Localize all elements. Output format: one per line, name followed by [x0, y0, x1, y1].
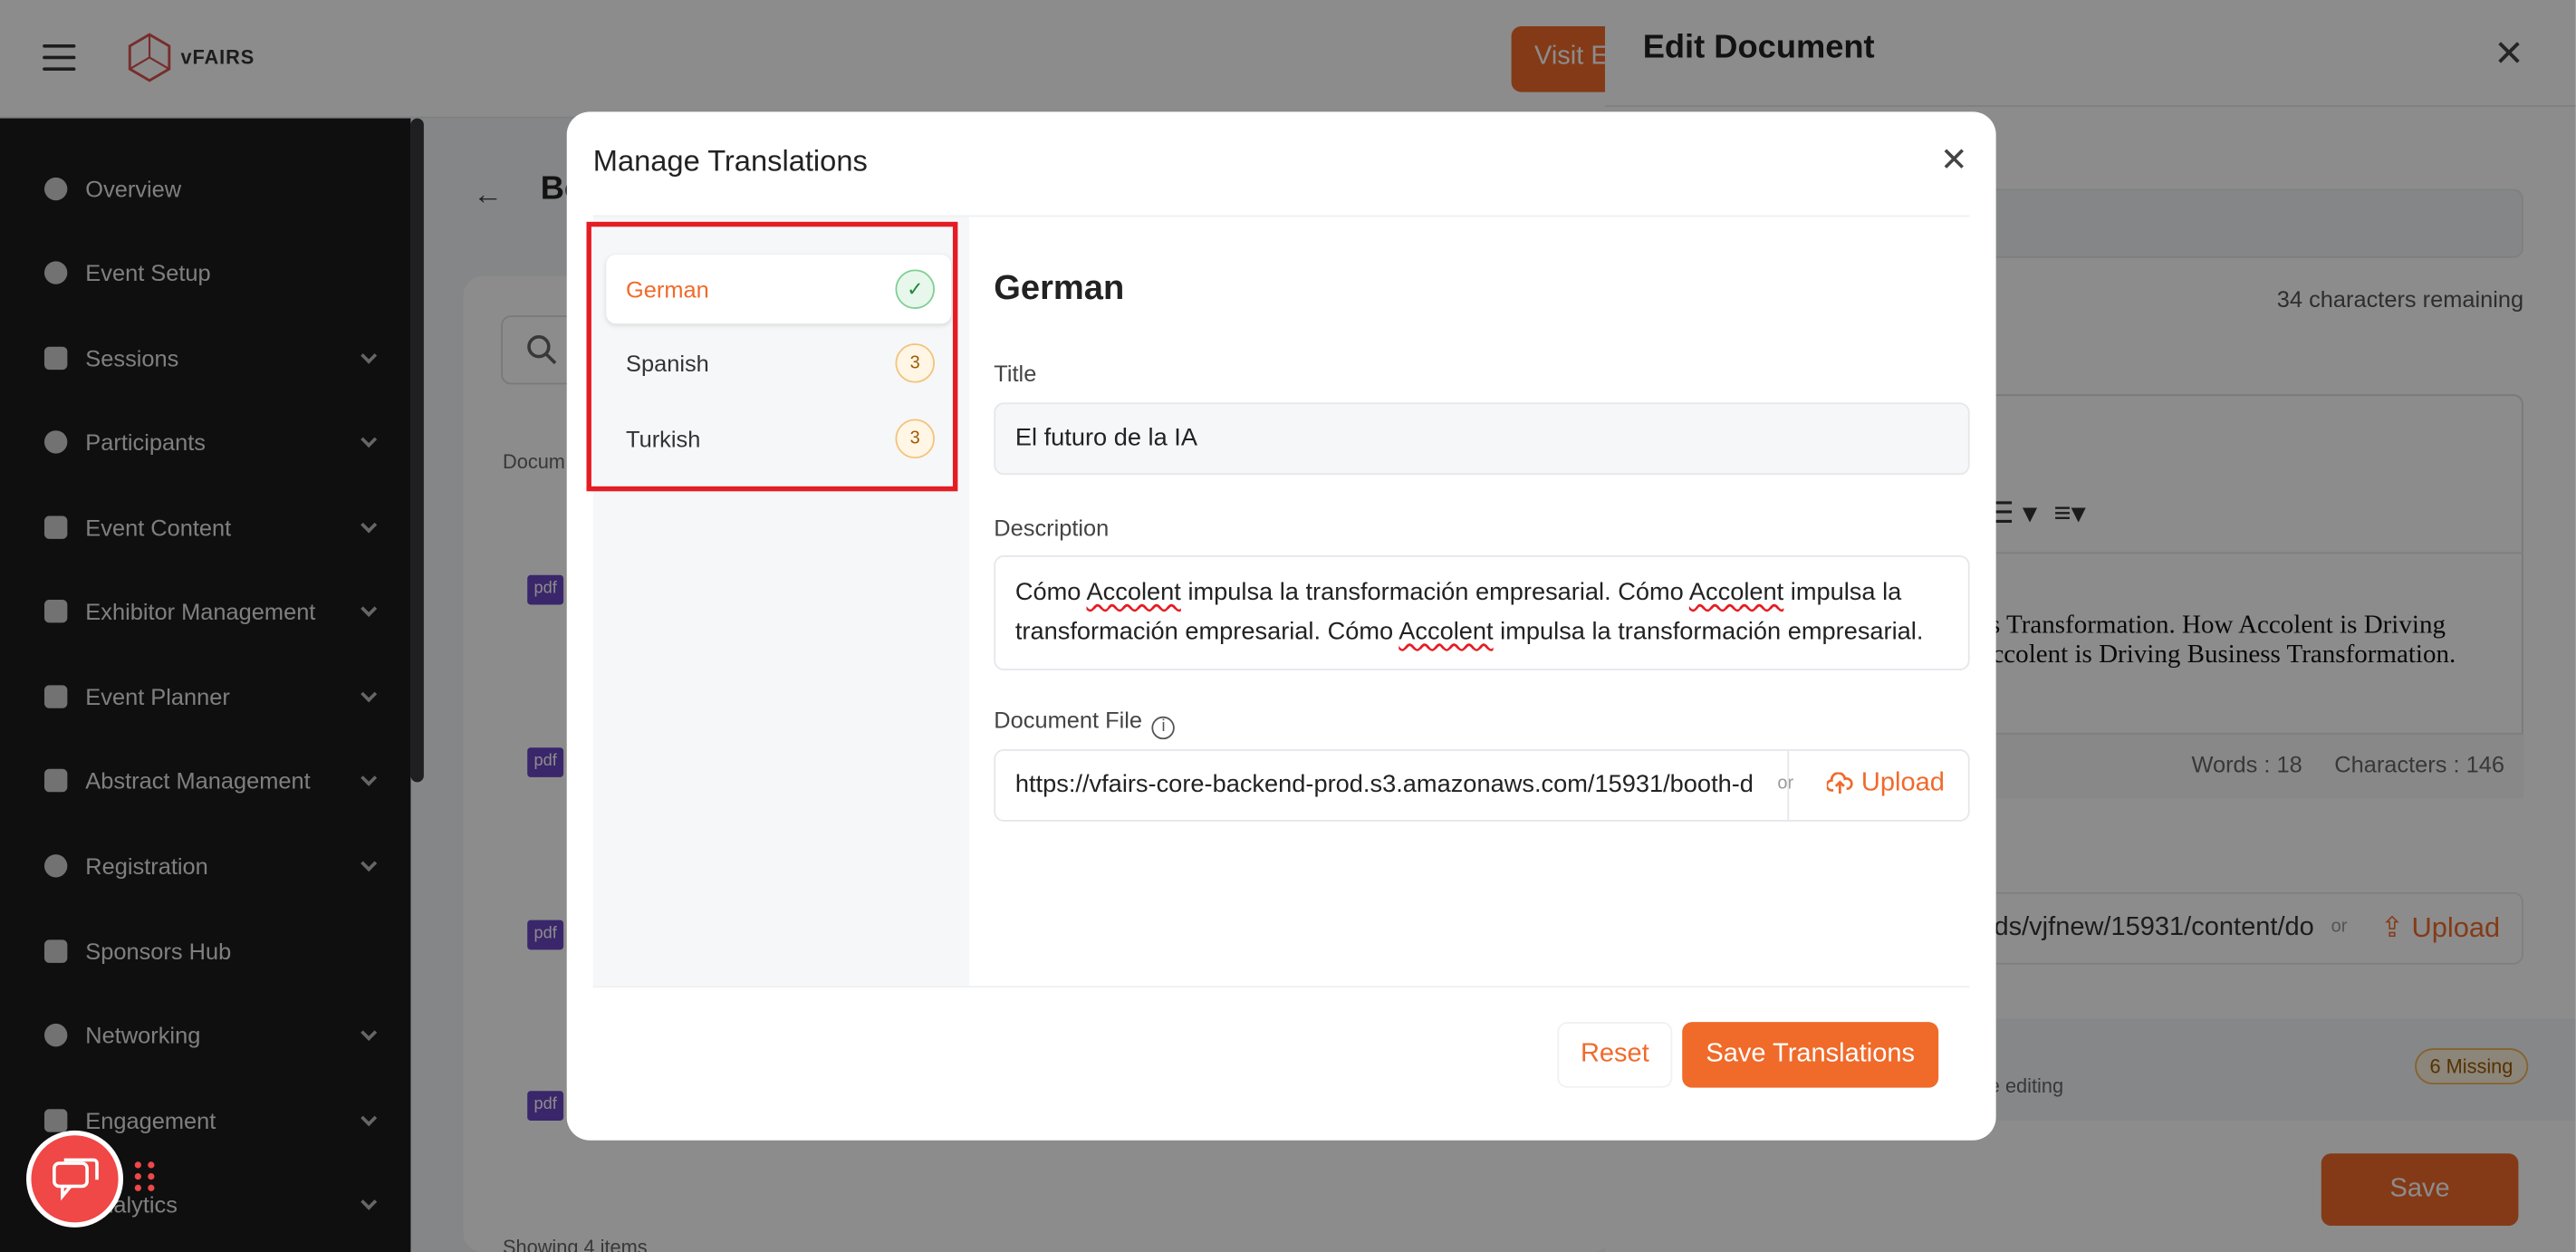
save-translations-button[interactable]: Save Translations: [1682, 1022, 1939, 1088]
description-label: Description: [994, 514, 1110, 541]
close-icon[interactable]: ✕: [1940, 140, 1967, 180]
selected-language-heading: German: [994, 269, 1125, 308]
description-textarea[interactable]: Cómo Accolent impulsa la transformación …: [994, 555, 1970, 670]
description-text: Cómo: [1014, 578, 1087, 607]
modal-title: Manage Translations: [592, 144, 868, 178]
upload-button[interactable]: Upload: [1826, 768, 1945, 799]
misspelled-word: Accolent: [1399, 617, 1494, 646]
title-label: Title: [994, 360, 1037, 387]
chat-icon: [52, 1157, 98, 1200]
chat-button[interactable]: [26, 1130, 124, 1228]
description-text: impulsa la transformación empresarial.: [1493, 617, 1924, 646]
upload-icon: [1826, 772, 1853, 795]
reset-button[interactable]: Reset: [1557, 1022, 1673, 1088]
drag-handle-icon[interactable]: [134, 1161, 155, 1191]
divider: [592, 986, 1970, 988]
file-url: https://vfairs-core-backend-prod.s3.amaz…: [1014, 770, 1754, 799]
info-icon[interactable]: i: [1151, 715, 1176, 739]
or-separator: or: [1777, 774, 1794, 795]
title-input[interactable]: El futuro de la IA: [994, 402, 1970, 476]
divider: [1787, 750, 1790, 821]
misspelled-word: Accolent: [1688, 578, 1784, 607]
document-file-field[interactable]: https://vfairs-core-backend-prod.s3.amaz…: [994, 749, 1970, 822]
description-text: transformación empresarial. Cómo: [1014, 617, 1399, 646]
highlight-box: [586, 221, 958, 492]
description-text: impulsa la: [1783, 578, 1902, 607]
document-file-label: Document File i: [994, 706, 1176, 739]
description-text: impulsa la transformación empresarial. C…: [1180, 578, 1689, 607]
upload-label: Upload: [1860, 768, 1945, 797]
document-file-label-text: Document File: [994, 706, 1143, 733]
manage-translations-modal: Manage Translations ✕ German ✓ Spanish 3…: [566, 111, 1996, 1141]
misspelled-word: Accolent: [1086, 578, 1181, 607]
